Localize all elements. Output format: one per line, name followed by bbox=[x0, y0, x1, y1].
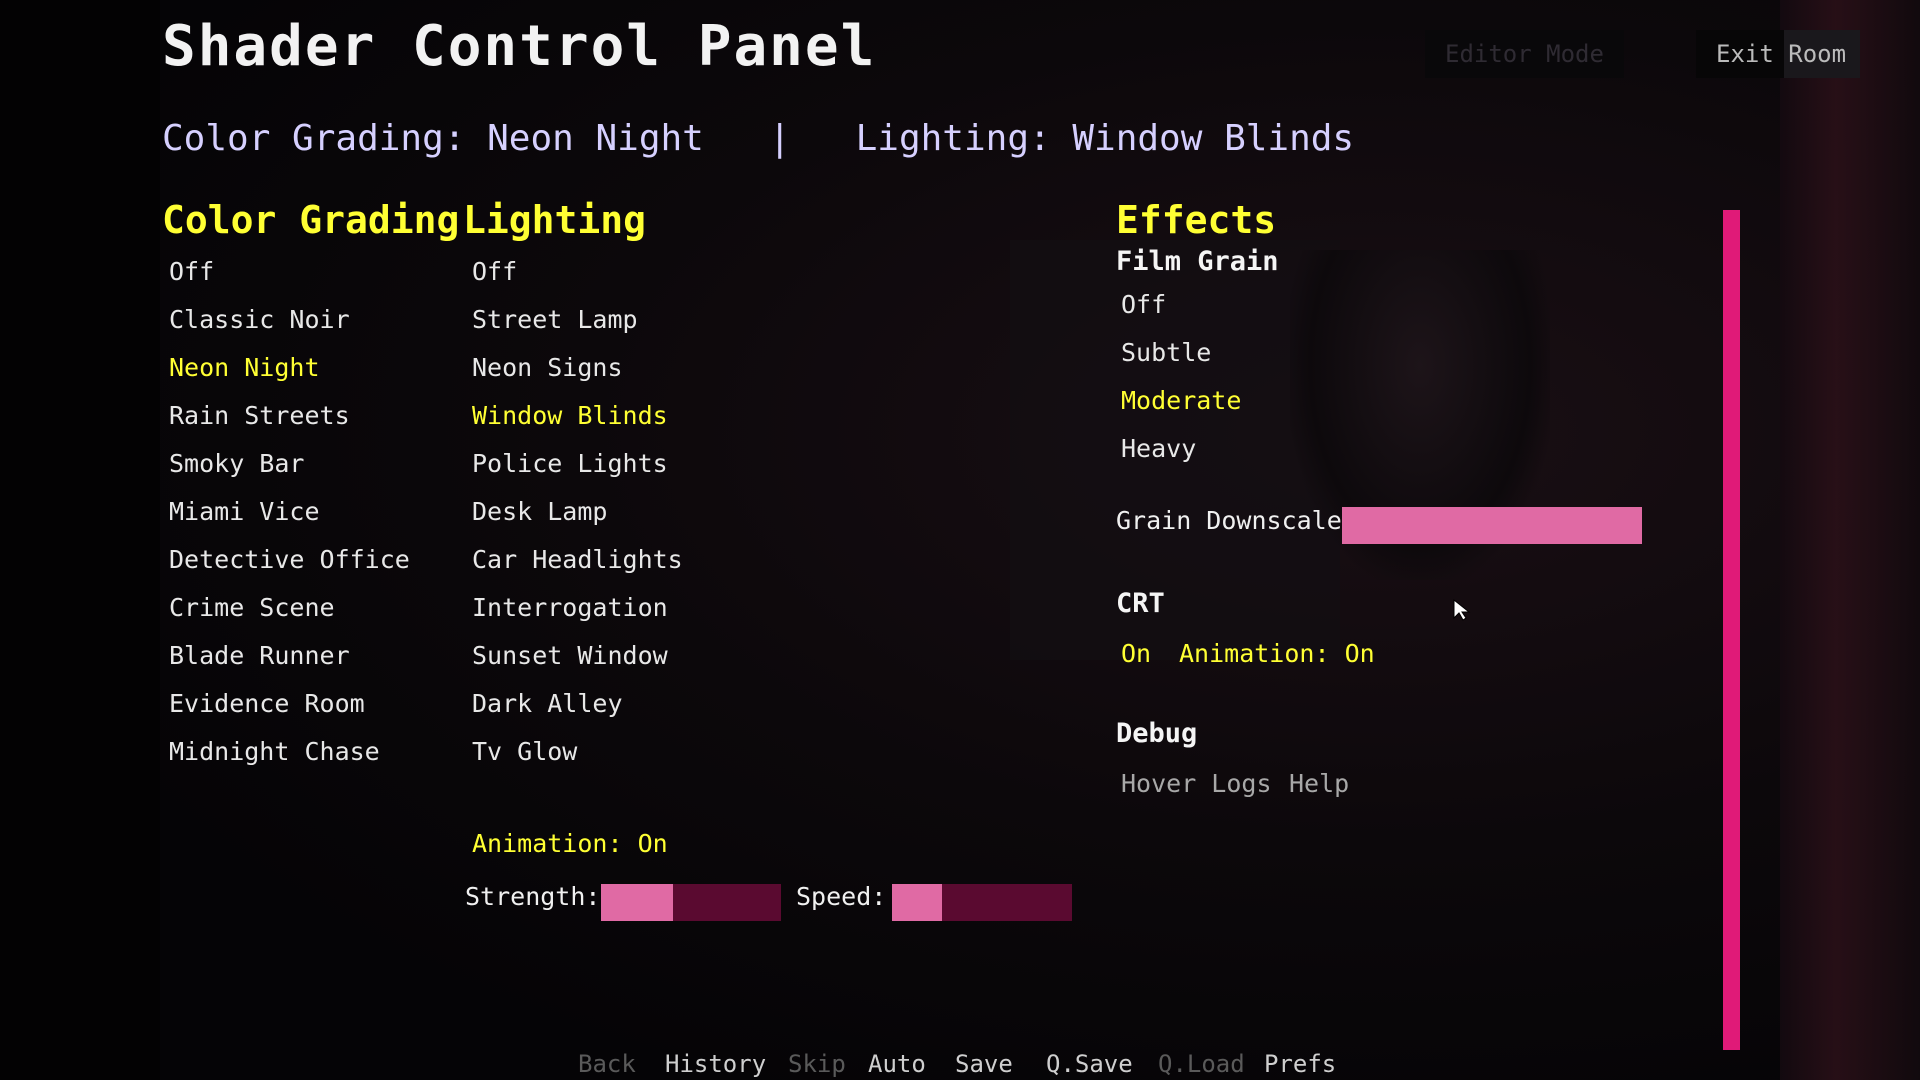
crt-animation-toggle[interactable]: Animation: On bbox=[1179, 630, 1375, 678]
color-grading-option-detective-office[interactable]: Detective Office bbox=[169, 536, 459, 584]
color-grading-option-classic-noir[interactable]: Classic Noir bbox=[169, 296, 459, 344]
lighting-column: Lighting Off Street Lamp Neon Signs Window … bbox=[463, 198, 683, 776]
lighting-option-window-blinds[interactable]: Window Blinds bbox=[472, 392, 683, 440]
quick-menu-skip-button[interactable]: Skip bbox=[788, 1050, 846, 1078]
exit-room-label: Exit Room bbox=[1716, 40, 1847, 68]
lighting-list: Off Street Lamp Neon Signs Window Blinds Pol… bbox=[463, 248, 683, 776]
quick-menu-prefs-button[interactable]: Prefs bbox=[1264, 1050, 1336, 1078]
help-button[interactable]: Help bbox=[1289, 760, 1349, 808]
quick-menu-save-button[interactable]: Save bbox=[955, 1050, 1013, 1078]
crt-heading: CRT bbox=[1116, 588, 1165, 619]
lighting-option-car-headlights[interactable]: Car Headlights bbox=[472, 536, 683, 584]
lighting-option-police-lights[interactable]: Police Lights bbox=[472, 440, 683, 488]
color-grading-list: Off Classic Noir Neon Night Rain Streets Smo… bbox=[162, 248, 459, 776]
strength-slider[interactable] bbox=[601, 884, 781, 921]
color-grading-option-blade-runner[interactable]: Blade Runner bbox=[169, 632, 459, 680]
color-grading-option-off[interactable]: Off bbox=[169, 248, 459, 296]
status-color-grading: Color Grading: Neon Night bbox=[162, 118, 704, 159]
lighting-heading: Lighting bbox=[463, 198, 647, 242]
lighting-option-off[interactable]: Off bbox=[472, 248, 683, 296]
status-separator: | bbox=[768, 118, 791, 159]
grain-downscale-label: Grain Downscale: bbox=[1116, 506, 1357, 535]
speed-slider-fill bbox=[892, 884, 943, 921]
hover-logs-button[interactable]: Hover Logs bbox=[1121, 760, 1272, 808]
crt-on-toggle[interactable]: On bbox=[1121, 630, 1151, 678]
color-grading-heading: Color Grading bbox=[162, 198, 460, 242]
film-grain-option-off[interactable]: Off bbox=[1121, 281, 1656, 329]
status-line: Color Grading: Neon Night | Lighting: Wi… bbox=[162, 118, 1354, 159]
effects-heading: Effects bbox=[1116, 198, 1277, 242]
quick-menu-q-save-button[interactable]: Q.Save bbox=[1046, 1050, 1133, 1078]
speed-slider[interactable] bbox=[892, 884, 1072, 921]
mouse-cursor-icon bbox=[1453, 598, 1471, 621]
lighting-option-desk-lamp[interactable]: Desk Lamp bbox=[472, 488, 683, 536]
lighting-option-interrogation[interactable]: Interrogation bbox=[472, 584, 683, 632]
quick-menu-q-load-button[interactable]: Q.Load bbox=[1158, 1050, 1245, 1078]
color-grading-option-evidence-room[interactable]: Evidence Room bbox=[169, 680, 459, 728]
color-grading-column: Color Grading Off Classic Noir Neon Night R… bbox=[162, 198, 459, 776]
debug-heading: Debug bbox=[1116, 718, 1198, 749]
strength-label: Strength: bbox=[465, 882, 601, 911]
color-grading-option-smoky-bar[interactable]: Smoky Bar bbox=[169, 440, 459, 488]
film-grain-option-heavy[interactable]: Heavy bbox=[1121, 425, 1656, 473]
background-left-shade bbox=[0, 0, 160, 1080]
background-right-shade bbox=[1780, 0, 1920, 1080]
editor-mode-button[interactable]: Editor Mode bbox=[1425, 30, 1624, 78]
quick-menu-back-button[interactable]: Back bbox=[578, 1050, 636, 1078]
exit-room-button[interactable]: Exit Room bbox=[1696, 30, 1860, 78]
lighting-animation-toggle[interactable]: Animation: On bbox=[472, 820, 668, 868]
color-grading-option-rain-streets[interactable]: Rain Streets bbox=[169, 392, 459, 440]
quick-menu-auto-button[interactable]: Auto bbox=[868, 1050, 926, 1078]
speed-label: Speed: bbox=[796, 882, 887, 911]
lighting-option-sunset-window[interactable]: Sunset Window bbox=[472, 632, 683, 680]
lighting-option-street-lamp[interactable]: Street Lamp bbox=[472, 296, 683, 344]
film-grain-heading: Film Grain bbox=[1116, 246, 1279, 277]
status-lighting: Lighting: Window Blinds bbox=[855, 118, 1355, 159]
quick-menu-history-button[interactable]: History bbox=[665, 1050, 766, 1078]
lighting-option-tv-glow[interactable]: Tv Glow bbox=[472, 728, 683, 776]
strength-slider-fill bbox=[601, 884, 673, 921]
grain-downscale-slider[interactable] bbox=[1342, 507, 1642, 544]
film-grain-option-moderate[interactable]: Moderate bbox=[1121, 377, 1656, 425]
vertical-scrollbar[interactable] bbox=[1723, 210, 1740, 1050]
color-grading-option-crime-scene[interactable]: Crime Scene bbox=[169, 584, 459, 632]
color-grading-option-midnight-chase[interactable]: Midnight Chase bbox=[169, 728, 459, 776]
grain-downscale-slider-fill bbox=[1342, 507, 1642, 544]
lighting-option-dark-alley[interactable]: Dark Alley bbox=[472, 680, 683, 728]
film-grain-option-subtle[interactable]: Subtle bbox=[1121, 329, 1656, 377]
color-grading-option-neon-night[interactable]: Neon Night bbox=[169, 344, 459, 392]
lighting-option-neon-signs[interactable]: Neon Signs bbox=[472, 344, 683, 392]
film-grain-list: Off Subtle Moderate Heavy bbox=[1116, 281, 1656, 473]
color-grading-option-miami-vice[interactable]: Miami Vice bbox=[169, 488, 459, 536]
page-title: Shader Control Panel bbox=[162, 14, 877, 79]
effects-column: Effects Film Grain Off Subtle Moderate Heav… bbox=[1116, 198, 1656, 473]
